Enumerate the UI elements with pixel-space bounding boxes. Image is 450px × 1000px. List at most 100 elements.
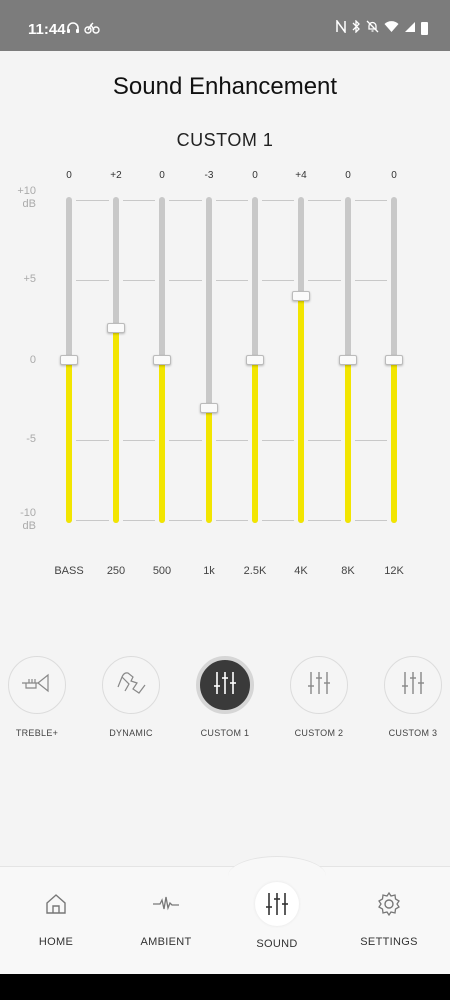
eq-slider-knob-1k[interactable] bbox=[200, 403, 218, 413]
preset-treble-plus-circle bbox=[8, 656, 66, 714]
nfc-icon bbox=[336, 18, 346, 36]
band-label-8k: 8K bbox=[341, 565, 355, 577]
nav-home[interactable]: HOME bbox=[11, 884, 101, 948]
preset-label: CUSTOM 3 bbox=[388, 728, 438, 738]
sliders-icon bbox=[306, 670, 332, 701]
wifi-icon bbox=[384, 20, 399, 36]
grid-line bbox=[308, 280, 341, 281]
preset-label: CUSTOM 2 bbox=[294, 728, 344, 738]
db-label-plus5: +5 bbox=[23, 273, 36, 285]
nav-label: AMBIENT bbox=[140, 936, 192, 948]
status-left-icons bbox=[66, 21, 100, 37]
db-label-minus10: -10 dB bbox=[20, 507, 36, 532]
grid-line bbox=[355, 200, 387, 201]
grid-line bbox=[262, 440, 294, 441]
band-label-1k: 1k bbox=[203, 565, 215, 577]
preset-custom-2-circle bbox=[290, 656, 348, 714]
preset-custom-1-circle bbox=[196, 656, 254, 714]
grid-line bbox=[355, 440, 387, 441]
grid-line bbox=[308, 200, 341, 201]
eq-slider-fill-8k bbox=[345, 360, 351, 523]
eq-slider-fill-1k bbox=[206, 408, 212, 523]
nav-settings[interactable]: SETTINGS bbox=[344, 884, 434, 948]
db-label-zero: 0 bbox=[29, 354, 36, 366]
eq-slider-fill-4k bbox=[298, 296, 304, 523]
band-value-1k: -3 bbox=[204, 170, 214, 181]
preset-treble-plus[interactable]: TREBLE+ bbox=[0, 656, 82, 738]
eq-slider-knob-bass[interactable] bbox=[60, 355, 78, 365]
grid-line bbox=[355, 280, 387, 281]
sliders-icon bbox=[400, 670, 426, 701]
grid-line bbox=[76, 520, 109, 521]
grid-line bbox=[123, 200, 155, 201]
preset-custom-3-circle bbox=[384, 656, 442, 714]
nav-ambient[interactable]: AMBIENT bbox=[121, 884, 211, 948]
band-value-bass: 0 bbox=[66, 170, 72, 181]
dynamic-icon bbox=[115, 669, 147, 702]
preset-dynamic[interactable]: DYNAMIC bbox=[86, 656, 176, 738]
eq-slider-knob-8k[interactable] bbox=[339, 355, 357, 365]
eq-slider-fill-bass bbox=[66, 360, 72, 523]
headphones-icon bbox=[66, 21, 84, 37]
mute-icon bbox=[366, 20, 379, 36]
grid-line bbox=[308, 520, 341, 521]
nav-label: SOUND bbox=[256, 938, 298, 950]
system-navigation-bar bbox=[0, 974, 450, 1000]
grid-line bbox=[169, 440, 202, 441]
eq-slider-knob-2-5k[interactable] bbox=[246, 355, 264, 365]
status-bar: 11:44 bbox=[0, 0, 450, 51]
grid-line bbox=[169, 520, 202, 521]
grid-line bbox=[76, 280, 109, 281]
eq-slider-knob-500[interactable] bbox=[153, 355, 171, 365]
preset-custom-3[interactable]: CUSTOM 3 bbox=[368, 656, 450, 738]
eq-slider-knob-4k[interactable] bbox=[292, 291, 310, 301]
eq-slider-fill-250 bbox=[113, 328, 119, 523]
eq-slider-fill-2-5k bbox=[252, 360, 258, 523]
page-title: Sound Enhancement bbox=[112, 73, 338, 100]
grid-line bbox=[123, 280, 155, 281]
band-label-12k: 12K bbox=[384, 565, 404, 577]
band-label-500: 500 bbox=[152, 565, 172, 577]
grid-line bbox=[76, 440, 109, 441]
preset-dynamic-circle bbox=[102, 656, 160, 714]
band-label-250: 250 bbox=[106, 565, 126, 577]
band-value-4k: +4 bbox=[295, 170, 307, 181]
grid-line bbox=[169, 200, 202, 201]
grid-line bbox=[262, 200, 294, 201]
battery-icon bbox=[421, 21, 428, 35]
preset-custom-2[interactable]: CUSTOM 2 bbox=[274, 656, 364, 738]
preset-label: CUSTOM 1 bbox=[200, 728, 250, 738]
nav-sound[interactable]: SOUND bbox=[232, 882, 322, 950]
status-right-icons bbox=[336, 18, 428, 36]
grid-line bbox=[76, 200, 109, 201]
signal-icon bbox=[404, 20, 416, 36]
sound-sliders-icon bbox=[255, 882, 299, 926]
home-icon bbox=[36, 884, 76, 924]
nav-label: SETTINGS bbox=[360, 936, 418, 948]
preset-label: DYNAMIC bbox=[109, 728, 153, 738]
preset-title: CUSTOM 1 bbox=[176, 130, 274, 150]
grid-line bbox=[355, 520, 387, 521]
grid-line bbox=[123, 440, 155, 441]
grid-line bbox=[216, 200, 248, 201]
eq-slider-knob-12k[interactable] bbox=[385, 355, 403, 365]
eq-slider-fill-12k bbox=[391, 360, 397, 523]
bicycle-icon bbox=[84, 21, 100, 37]
band-value-12k: 0 bbox=[391, 170, 397, 181]
band-value-8k: 0 bbox=[345, 170, 351, 181]
eq-slider-fill-500 bbox=[159, 360, 165, 523]
trumpet-icon bbox=[20, 672, 54, 699]
band-value-500: 0 bbox=[159, 170, 165, 181]
band-value-250: +2 bbox=[110, 170, 122, 181]
db-label-plus10: +10 dB bbox=[17, 185, 36, 210]
grid-line bbox=[123, 520, 155, 521]
band-label-4k: 4K bbox=[294, 565, 308, 577]
status-time: 11:44 bbox=[28, 21, 66, 38]
grid-line bbox=[216, 520, 248, 521]
preset-custom-1[interactable]: CUSTOM 1 bbox=[180, 656, 270, 738]
grid-line bbox=[216, 280, 248, 281]
band-label-2-5k: 2.5K bbox=[243, 565, 267, 577]
grid-line bbox=[262, 520, 294, 521]
grid-line bbox=[262, 280, 294, 281]
eq-slider-knob-250[interactable] bbox=[107, 323, 125, 333]
